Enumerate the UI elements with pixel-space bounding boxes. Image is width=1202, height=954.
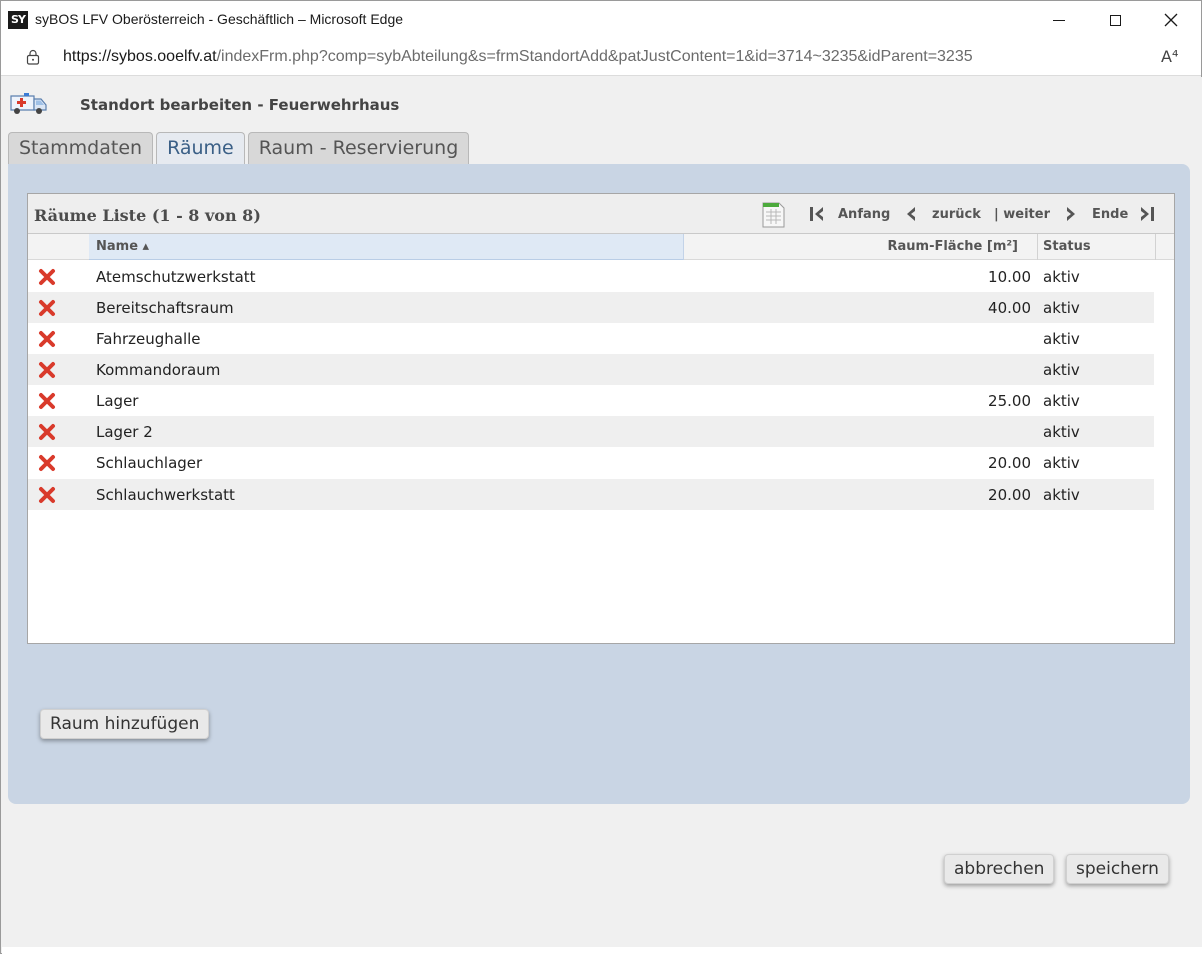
table-row[interactable]: Bereitschaftsraum 40.00 aktiv xyxy=(28,292,1154,323)
room-status: aktiv xyxy=(1043,454,1080,472)
column-header-area[interactable]: Raum-Fläche [m²] xyxy=(887,234,1018,260)
page-title: Standort bearbeiten - Feuerwehrhaus xyxy=(80,96,400,114)
prev-page-link[interactable]: zurück xyxy=(932,207,981,222)
export-sheet-icon[interactable] xyxy=(761,201,787,229)
table-row[interactable]: Kommandoraum aktiv xyxy=(28,354,1154,385)
room-status: aktiv xyxy=(1043,486,1080,504)
window-title: syBOS LFV Oberösterreich - Geschäftlich … xyxy=(35,11,404,27)
table-row[interactable]: Fahrzeughalle aktiv xyxy=(28,323,1154,354)
delete-icon[interactable] xyxy=(38,268,56,286)
room-area: 20.00 xyxy=(988,454,1031,472)
column-header-status[interactable]: Status xyxy=(1043,234,1091,260)
tab-raeume[interactable]: Räume xyxy=(156,132,245,164)
room-name: Bereitschaftsraum xyxy=(96,299,234,317)
close-icon xyxy=(1164,13,1178,27)
tab-panel: Räume Liste (1 - 8 von 8) Anfang zurück … xyxy=(8,164,1190,804)
url-field[interactable]: https://sybos.ooelfv.at/indexFrm.php?com… xyxy=(63,48,973,66)
table-row[interactable]: Lager 25.00 aktiv xyxy=(28,385,1154,416)
rooms-list: Räume Liste (1 - 8 von 8) Anfang zurück … xyxy=(27,193,1175,644)
maximize-icon xyxy=(1109,14,1121,26)
title-bar: SY syBOS LFV Oberösterreich - Geschäftli… xyxy=(1,1,1201,39)
room-status: aktiv xyxy=(1043,330,1080,348)
tab-stammdaten[interactable]: Stammdaten xyxy=(8,132,154,164)
minimize-icon xyxy=(1053,19,1065,21)
next-page-link[interactable]: | weiter xyxy=(994,207,1050,222)
address-bar: https://sybos.ooelfv.at/indexFrm.php?com… xyxy=(1,39,1201,76)
room-area: 20.00 xyxy=(988,486,1031,504)
room-area: 40.00 xyxy=(988,299,1031,317)
room-area: 25.00 xyxy=(988,392,1031,410)
window-bottom-edge xyxy=(2,947,1202,954)
table-row[interactable]: Schlauchwerkstatt 20.00 aktiv xyxy=(28,479,1154,510)
list-title: Räume Liste (1 - 8 von 8) xyxy=(34,206,261,225)
read-aloud-icon[interactable]: A⁴ xyxy=(1161,47,1178,66)
delete-icon[interactable] xyxy=(38,454,56,472)
lock-icon[interactable] xyxy=(26,49,40,65)
delete-icon[interactable] xyxy=(38,330,56,348)
prev-page-icon[interactable] xyxy=(902,205,920,223)
table-row[interactable]: Schlauchlager 20.00 aktiv xyxy=(28,447,1154,478)
first-page-icon[interactable] xyxy=(808,205,826,223)
column-separator xyxy=(1155,234,1156,260)
room-name: Kommandoraum xyxy=(96,361,221,379)
minimize-button[interactable] xyxy=(1031,1,1087,39)
room-name: Fahrzeughalle xyxy=(96,330,201,348)
table-row[interactable]: Lager 2 aktiv xyxy=(28,416,1154,447)
room-name: Schlauchlager xyxy=(96,454,203,472)
column-header-name[interactable]: Name ▴ xyxy=(96,234,149,260)
delete-icon[interactable] xyxy=(38,423,56,441)
delete-icon[interactable] xyxy=(38,299,56,317)
sybos-logo-icon: SY xyxy=(8,11,28,29)
delete-icon[interactable] xyxy=(38,361,56,379)
url-path: /indexFrm.php?comp=sybAbteilung&s=frmSta… xyxy=(216,48,973,65)
browser-window: SY syBOS LFV Oberösterreich - Geschäftli… xyxy=(0,0,1202,954)
list-header: Räume Liste (1 - 8 von 8) Anfang zurück … xyxy=(28,194,1174,234)
url-host: https://sybos.ooelfv.at xyxy=(63,48,217,65)
delete-icon[interactable] xyxy=(38,486,56,504)
ambulance-icon xyxy=(10,93,47,114)
name-column-header-bg xyxy=(89,234,684,260)
save-button[interactable]: speichern xyxy=(1066,854,1169,884)
room-name: Schlauchwerkstatt xyxy=(96,486,235,504)
close-button[interactable] xyxy=(1143,1,1199,39)
room-status: aktiv xyxy=(1043,361,1080,379)
last-page-link[interactable]: Ende xyxy=(1092,207,1128,222)
room-status: aktiv xyxy=(1043,268,1080,286)
room-name: Lager xyxy=(96,392,139,410)
maximize-button[interactable] xyxy=(1087,1,1143,39)
tab-raum-reservierung[interactable]: Raum - Reservierung xyxy=(247,132,470,164)
last-page-icon[interactable] xyxy=(1138,205,1156,223)
room-status: aktiv xyxy=(1043,299,1080,317)
room-name: Lager 2 xyxy=(96,423,153,441)
table-row[interactable]: Atemschutzwerkstatt 10.00 aktiv xyxy=(28,261,1154,292)
page-content: Standort bearbeiten - Feuerwehrhaus Stam… xyxy=(2,77,1202,947)
add-room-button[interactable]: Raum hinzufügen xyxy=(40,709,210,739)
next-page-icon[interactable] xyxy=(1062,205,1080,223)
room-status: aktiv xyxy=(1043,392,1080,410)
room-status: aktiv xyxy=(1043,423,1080,441)
room-area: 10.00 xyxy=(988,268,1031,286)
delete-icon[interactable] xyxy=(38,392,56,410)
tab-bar: Stammdaten Räume Raum - Reservierung xyxy=(8,132,472,164)
first-page-link[interactable]: Anfang xyxy=(838,207,890,222)
room-name: Atemschutzwerkstatt xyxy=(96,268,256,286)
column-separator xyxy=(1037,234,1038,260)
cancel-button[interactable]: abbrechen xyxy=(944,854,1055,884)
